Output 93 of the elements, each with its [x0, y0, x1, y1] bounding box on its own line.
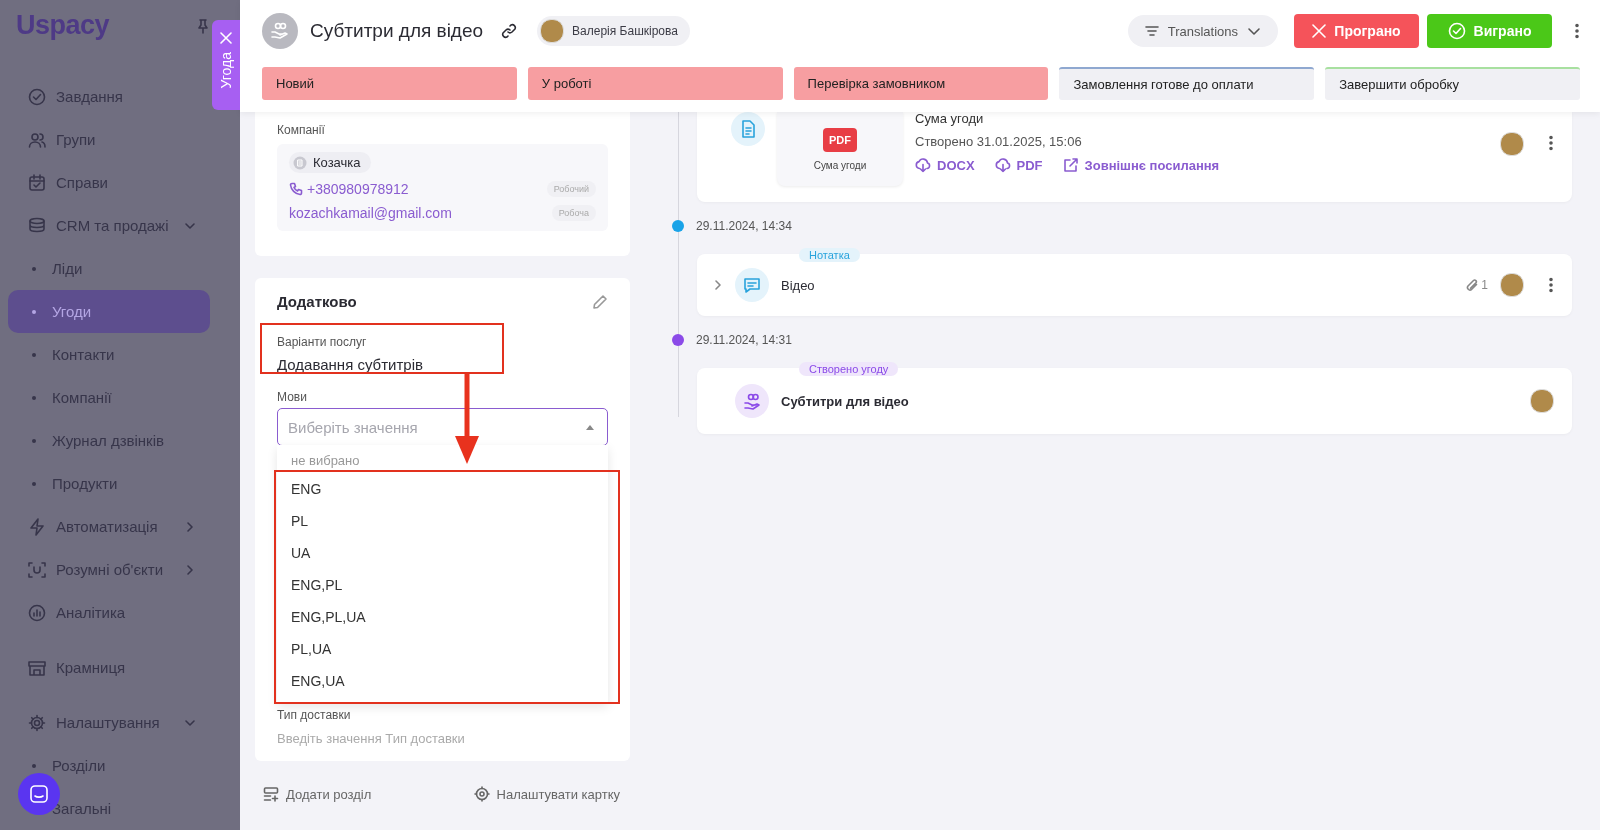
attachment-count: 1: [1466, 278, 1488, 292]
download-link[interactable]: PDF: [994, 157, 1043, 173]
company-chip[interactable]: Козачка: [289, 152, 371, 173]
pdf-badge: PDF: [823, 127, 857, 152]
download-icon: [994, 157, 1011, 173]
event-title: Відео: [781, 277, 815, 293]
dropdown-option[interactable]: PL,UA: [277, 633, 608, 665]
sidebar-item[interactable]: Ліди: [8, 247, 210, 290]
more-icon[interactable]: [1548, 135, 1554, 151]
thumbnail-caption: Сума угоди: [813, 159, 867, 171]
add-section-button[interactable]: Додати розділ: [263, 786, 372, 802]
chevron-right-icon[interactable]: [713, 279, 723, 291]
link-icon[interactable]: [501, 23, 518, 39]
dropdown-option[interactable]: не вибрано: [277, 449, 608, 473]
field-label: Компанії: [277, 122, 325, 138]
drawer-tab-label: Угода: [218, 52, 234, 89]
field-value: Додавання субтитрів: [277, 356, 423, 373]
avatar: [1500, 132, 1524, 156]
stage-tab[interactable]: У роботі: [527, 67, 783, 100]
handshake-icon: [270, 21, 290, 41]
pipeline-dropdown[interactable]: Translations: [1127, 15, 1278, 47]
dropdown-option[interactable]: UA: [277, 537, 608, 569]
document-title: Сума угоди: [915, 111, 985, 126]
external-link[interactable]: Зовнішнє посилання: [1062, 157, 1220, 173]
sidebar-item[interactable]: Автоматизація: [8, 505, 210, 548]
field-label: Варіанти послуг: [277, 334, 367, 350]
comment-icon-glyph: [743, 276, 761, 294]
stage-tab[interactable]: Перевірка замовником: [793, 67, 1049, 100]
chevron-right-icon: [184, 563, 196, 576]
sidebar-item[interactable]: Угоди: [8, 290, 210, 333]
close-icon[interactable]: [220, 32, 232, 44]
document-thumbnail[interactable]: PDF Сума угоди: [777, 112, 903, 186]
stage-tab[interactable]: Завершити обробку: [1325, 67, 1580, 100]
sidebar-item[interactable]: Контакти: [8, 333, 210, 376]
sidebar-item[interactable]: Журнал дзвінків: [8, 419, 210, 462]
sidebar-item[interactable]: Розділи: [8, 744, 210, 787]
paperclip-icon: [1466, 279, 1479, 291]
contact-type-badge: Робочий: [546, 181, 596, 197]
sidebar-item[interactable]: Завдання: [8, 75, 210, 118]
configure-card-button[interactable]: Налаштувати картку: [473, 786, 620, 802]
avatar: [540, 19, 565, 43]
external-link-icon: [1062, 157, 1079, 173]
dropdown-option[interactable]: ENG,PL,UA: [277, 601, 608, 633]
caret-up-icon: [585, 424, 595, 430]
chat-icon: [29, 784, 49, 804]
email-link[interactable]: kozachkamail@gmail.com: [289, 205, 452, 221]
sidebar-item[interactable]: Групи: [8, 118, 210, 161]
document-icon-glyph: [740, 120, 756, 138]
download-icon: [915, 157, 931, 173]
field-label: Мови: [277, 389, 307, 405]
pencil-icon[interactable]: [592, 293, 608, 310]
sidebar-item[interactable]: Крамниця: [8, 646, 210, 689]
chevron-right-icon: [184, 520, 196, 533]
created-date: Створено 31.01.2025, 15:06: [915, 134, 1083, 149]
drawer-tab[interactable]: Угода: [212, 20, 240, 110]
phone-icon: [289, 182, 303, 196]
close-icon: [1312, 24, 1327, 38]
sidebar-item[interactable]: Аналітика: [8, 591, 210, 634]
delivery-input[interactable]: Введіть значення Тип доставки: [277, 729, 608, 747]
timeline-date: 29.11.2024, 14:34: [696, 219, 792, 233]
sidebar-item[interactable]: CRM та продажі: [8, 204, 210, 247]
sidebar-item[interactable]: Компанії: [8, 376, 210, 419]
owner-chip[interactable]: Валерія Башкірова: [537, 16, 690, 46]
event-title: Субтитри для відео: [781, 393, 909, 409]
sidebar-item[interactable]: Справи: [8, 161, 210, 204]
owner-name: Валерія Башкірова: [572, 24, 678, 38]
avatar: [1530, 389, 1554, 413]
stage-tab[interactable]: Новий: [262, 67, 517, 100]
stage-tab[interactable]: Замовлення готове до оплати: [1059, 67, 1315, 100]
dropdown-option[interactable]: ENG,UA: [277, 665, 608, 697]
handshake-icon-glyph: [743, 392, 761, 410]
dropdown-option[interactable]: ENG,PL: [277, 569, 608, 601]
event-tag: Нотатка: [799, 248, 860, 262]
event-tag: Створено угоду: [799, 362, 899, 376]
dropdown-option[interactable]: ENG: [277, 473, 608, 505]
add-section-icon: [263, 786, 279, 802]
timeline-date: 29.11.2024, 14:31: [696, 333, 792, 347]
sidebar-item[interactable]: Розумні об'єкти: [8, 548, 210, 591]
download-link[interactable]: DOCX: [915, 157, 975, 173]
sidebar-item[interactable]: Продукти: [8, 462, 210, 505]
more-icon[interactable]: [1548, 277, 1554, 293]
dropdown-option[interactable]: PL: [277, 505, 608, 537]
deal-title: Субтитри для відео: [310, 20, 484, 42]
check-circle-icon: [1447, 22, 1466, 40]
lost-button[interactable]: Програно: [1294, 14, 1419, 48]
phone-link[interactable]: +380980978912: [289, 181, 409, 197]
sidebar-item[interactable]: Налаштування: [8, 701, 210, 744]
more-icon[interactable]: [1574, 23, 1580, 39]
card-title: Додатково: [277, 293, 357, 310]
filter-icon: [1143, 23, 1160, 39]
avatar: [1500, 273, 1524, 297]
field-label: Тип доставки: [277, 707, 351, 723]
contact-type-badge: Робоча: [551, 205, 596, 221]
